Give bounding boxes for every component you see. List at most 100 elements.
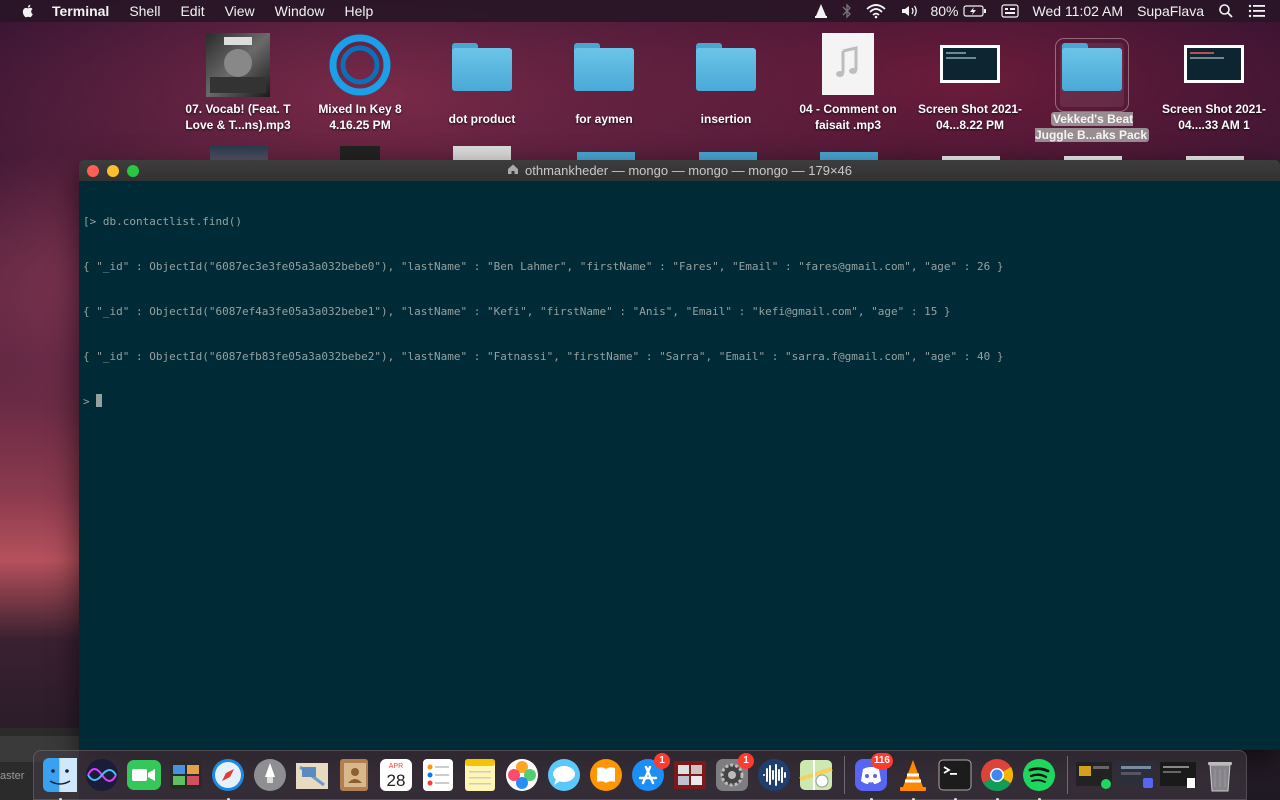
desktop-partial-icon-2[interactable] bbox=[340, 146, 380, 160]
desktop-icon-label: dot product bbox=[448, 112, 516, 126]
maps-icon bbox=[799, 760, 833, 790]
dock-safari[interactable] bbox=[208, 755, 248, 800]
desktop-icon-label: 04 - Comment on faisait .mp3 bbox=[799, 102, 897, 132]
dock-reminders[interactable] bbox=[418, 755, 458, 795]
menu-view[interactable]: View bbox=[225, 3, 255, 19]
terminal-output[interactable]: [> db.contactlist.find() { "_id" : Objec… bbox=[79, 182, 1280, 439]
dock-separator bbox=[1067, 756, 1068, 794]
dock-minimized-window-1[interactable] bbox=[1074, 755, 1114, 795]
dock-mail[interactable] bbox=[292, 755, 332, 795]
terminal-icon bbox=[938, 759, 972, 791]
desktop-folder-dot-product[interactable]: dot product bbox=[422, 33, 542, 127]
folder-icon bbox=[1055, 38, 1129, 112]
screenshot-icon bbox=[938, 33, 1002, 97]
dock-maps[interactable] bbox=[796, 755, 836, 795]
app-store-badge: 1 bbox=[654, 753, 670, 769]
dock-photo-booth[interactable] bbox=[166, 755, 206, 795]
terminal-line: [> db.contactlist.find() bbox=[83, 215, 242, 228]
desktop-file-comment-mp3[interactable]: 04 - Comment on faisait .mp3 bbox=[788, 33, 908, 133]
desktop-partial-icon-5[interactable] bbox=[699, 152, 757, 160]
discord-badge: 116 bbox=[870, 753, 893, 769]
terminal-prompt: > bbox=[83, 395, 97, 408]
menu-shell[interactable]: Shell bbox=[129, 3, 160, 19]
menu-edit[interactable]: Edit bbox=[180, 3, 204, 19]
dock-chrome[interactable] bbox=[977, 755, 1017, 800]
dock-books[interactable] bbox=[586, 755, 626, 795]
chrome-icon bbox=[981, 759, 1014, 791]
system-preferences-badge: 1 bbox=[738, 753, 754, 769]
dock-spotify[interactable] bbox=[1019, 755, 1059, 800]
dock-photos[interactable] bbox=[502, 755, 542, 795]
dock-facetime[interactable] bbox=[124, 755, 164, 795]
desktop-partial-icon-1[interactable] bbox=[210, 146, 268, 160]
desktop-file-mixed-in-key[interactable]: Mixed In Key 8 4.16.25 PM bbox=[300, 33, 420, 133]
menu-window[interactable]: Window bbox=[275, 3, 325, 19]
menu-user-name[interactable]: SupaFlava bbox=[1137, 3, 1204, 19]
desktop-file-vocab-mp3[interactable]: 07. Vocab! (Feat. T Love & T...ns).mp3 bbox=[178, 33, 298, 133]
photos-icon bbox=[506, 759, 538, 791]
books-icon bbox=[590, 759, 622, 791]
window-thumbnail-icon bbox=[1076, 762, 1112, 789]
keyboard-input-icon[interactable] bbox=[1000, 3, 1019, 19]
vlc-status-icon[interactable] bbox=[814, 3, 828, 19]
battery-percentage[interactable]: 80% bbox=[930, 3, 958, 19]
menu-help[interactable]: Help bbox=[344, 3, 373, 19]
album-art-icon bbox=[206, 33, 270, 97]
battery-charging-icon[interactable] bbox=[962, 4, 987, 18]
terminal-titlebar[interactable]: othmankheder — mongo — mongo — mongo — 1… bbox=[79, 160, 1280, 182]
siri-icon bbox=[86, 759, 118, 791]
facetime-icon bbox=[127, 760, 161, 790]
dock-vlc[interactable] bbox=[893, 755, 933, 800]
svg-text:APR: APR bbox=[389, 763, 403, 770]
menu-clock[interactable]: Wed 11:02 AM bbox=[1033, 3, 1124, 19]
desktop-partial-icon-4[interactable] bbox=[577, 152, 635, 160]
dock-finder[interactable] bbox=[40, 755, 80, 800]
terminal-prompt-line[interactable]: > bbox=[83, 394, 1280, 409]
desktop-folder-insertion[interactable]: insertion bbox=[666, 33, 786, 127]
dock-photo-app[interactable] bbox=[670, 755, 710, 795]
menu-app-name[interactable]: Terminal bbox=[52, 3, 109, 19]
wifi-icon[interactable] bbox=[866, 3, 887, 19]
desktop-screenshot-1[interactable]: Screen Shot 2021-04...8.22 PM bbox=[910, 33, 1030, 133]
dock-terminal[interactable] bbox=[935, 755, 975, 800]
dock-launchpad[interactable] bbox=[250, 755, 290, 795]
volume-icon[interactable] bbox=[900, 3, 920, 19]
dock-audio-app[interactable] bbox=[754, 755, 794, 795]
dock-calendar[interactable]: APR 28 bbox=[376, 755, 416, 795]
dock-contacts[interactable] bbox=[334, 755, 374, 795]
dock-minimized-window-3[interactable] bbox=[1158, 755, 1198, 795]
window-thumbnail-icon bbox=[1118, 762, 1154, 788]
dock-siri[interactable] bbox=[82, 755, 122, 795]
desktop-icon-label: for aymen bbox=[575, 112, 633, 126]
close-button[interactable] bbox=[87, 165, 99, 177]
apple-menu-icon[interactable] bbox=[20, 3, 36, 19]
desktop-icon-label: Screen Shot 2021-04....33 AM 1 bbox=[1161, 102, 1267, 132]
desktop-partial-icon-3[interactable] bbox=[453, 146, 511, 160]
zoom-button[interactable] bbox=[127, 165, 139, 177]
dock-app-store[interactable]: 1 bbox=[628, 753, 670, 795]
desktop-folder-vekked-beat[interactable]: Vekked's Beat Juggle B...aks Pack bbox=[1032, 33, 1152, 143]
desktop-icon-label: insertion bbox=[700, 112, 752, 126]
terminal-window[interactable]: othmankheder — mongo — mongo — mongo — 1… bbox=[79, 160, 1280, 750]
desktop-folder-for-aymen[interactable]: for aymen bbox=[544, 33, 664, 127]
desktop-partial-icon-6[interactable] bbox=[820, 152, 878, 160]
dock-messages[interactable] bbox=[544, 755, 584, 795]
dock-notes[interactable] bbox=[460, 755, 500, 795]
desktop-icon-label: Vekked's Beat Juggle B...aks Pack bbox=[1034, 112, 1150, 142]
desktop-icon-label: 07. Vocab! (Feat. T Love & T...ns).mp3 bbox=[185, 102, 291, 132]
desktop-screenshot-2[interactable]: Screen Shot 2021-04....33 AM 1 bbox=[1154, 33, 1274, 133]
dock-trash[interactable] bbox=[1200, 755, 1240, 795]
notification-center-icon[interactable] bbox=[1248, 3, 1266, 19]
mail-icon bbox=[296, 763, 328, 789]
cortana-ring-icon bbox=[328, 33, 392, 97]
minimize-button[interactable] bbox=[107, 165, 119, 177]
terminal-title: othmankheder — mongo — mongo — mongo — 1… bbox=[525, 163, 852, 178]
spotlight-search-icon[interactable] bbox=[1218, 3, 1234, 19]
dock-minimized-window-2[interactable] bbox=[1116, 755, 1156, 795]
terminal-line: { "_id" : ObjectId("6087efb83fe05a3a032b… bbox=[83, 350, 1004, 363]
dock-system-preferences[interactable]: 1 bbox=[712, 753, 754, 795]
desktop-icon-label: Mixed In Key 8 4.16.25 PM bbox=[318, 102, 402, 132]
dock-discord[interactable]: 116 bbox=[851, 753, 893, 800]
reminders-icon bbox=[423, 759, 453, 791]
bluetooth-icon[interactable] bbox=[842, 3, 852, 19]
